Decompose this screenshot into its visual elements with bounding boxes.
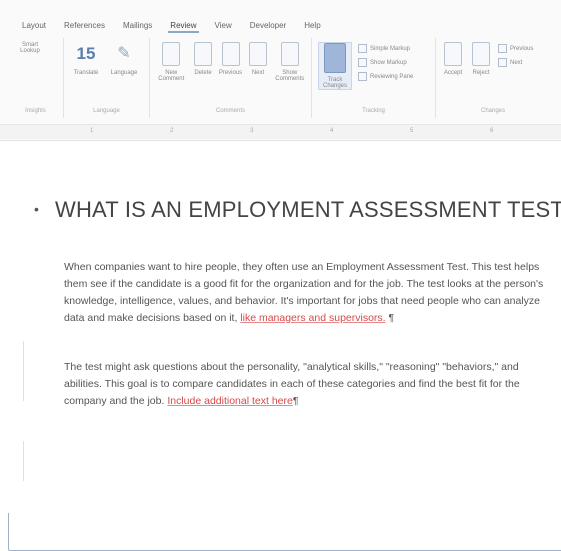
ruler-mark: 2 xyxy=(170,128,174,134)
language-icon: ✎ xyxy=(117,45,131,62)
ruler: 1 2 3 4 5 6 xyxy=(0,124,561,139)
tab-help[interactable]: Help xyxy=(302,20,322,33)
previous-comment-icon xyxy=(221,42,240,66)
group-insights-label: Insights xyxy=(25,108,46,114)
show-markup-label: Show Markup xyxy=(370,59,407,66)
smart-lookup-button[interactable]: Smart Lookup xyxy=(8,42,561,551)
show-comments-icon xyxy=(280,42,299,66)
translate-button[interactable]: 15 Translate xyxy=(70,42,102,76)
reject-label: Reject xyxy=(472,70,490,76)
accept-button[interactable]: Accept xyxy=(442,42,464,76)
group-comments-label: Comments xyxy=(215,108,245,114)
ribbon: Layout References Mailings Review View D… xyxy=(0,0,561,551)
ruler-mark: 1 xyxy=(90,128,94,134)
reviewing-pane-option[interactable]: Reviewing Pane xyxy=(358,72,413,81)
reject-icon xyxy=(472,42,490,66)
smart-lookup-label: Smart Lookup xyxy=(20,42,40,54)
tracked-insertion[interactable]: like managers and supervisors. xyxy=(240,312,385,324)
change-bar xyxy=(23,441,24,481)
ruler-mark: 4 xyxy=(330,128,334,134)
ribbon-groups: Smart Lookup Insights 15 Translate ✎ Lan… xyxy=(8,38,561,551)
new-comment-icon xyxy=(162,42,181,66)
tab-review[interactable]: Review xyxy=(168,20,199,33)
pilcrow-mark: ¶ xyxy=(292,395,299,407)
heading-text: WHAT IS AN EMPLOYMENT ASSESSMENT TEST? xyxy=(55,197,561,222)
group-insights: Smart Lookup Insights xyxy=(8,38,561,551)
track-changes-label: Track Changes xyxy=(322,77,348,89)
heading-bullet: • xyxy=(34,201,39,217)
ruler-mark: 5 xyxy=(410,128,414,134)
translate-icon: 15 xyxy=(76,44,96,63)
next-comment-button[interactable]: Next xyxy=(248,42,269,76)
group-changes: Accept Reject Previous Next Changes xyxy=(436,38,550,118)
next-label: Next xyxy=(251,70,265,76)
accept-icon xyxy=(444,42,462,66)
track-changes-icon xyxy=(324,43,346,73)
document-page[interactable]: • WHAT IS AN EMPLOYMENT ASSESSMENT TEST?… xyxy=(0,141,561,513)
group-changes-label: Changes xyxy=(480,108,506,114)
tab-mailings[interactable]: Mailings xyxy=(121,20,154,33)
ribbon-tabs: Layout References Mailings Review View D… xyxy=(20,20,323,33)
previous-comment-button[interactable]: Previous xyxy=(218,42,243,76)
group-tracking: Track Changes Simple Markup Show Markup … xyxy=(312,38,436,118)
reject-button[interactable]: Reject xyxy=(470,42,492,76)
translate-label: Translate xyxy=(73,70,99,76)
paragraph-1[interactable]: When companies want to hire people, they… xyxy=(64,259,544,327)
reviewing-pane-icon xyxy=(358,72,367,81)
tab-developer[interactable]: Developer xyxy=(248,20,288,33)
previous-change-label: Previous xyxy=(510,45,534,52)
group-language-label: Language xyxy=(93,108,120,114)
previous-change-icon xyxy=(498,44,507,53)
delete-comment-button[interactable]: Delete xyxy=(193,42,214,76)
next-change-option[interactable]: Next xyxy=(498,58,533,67)
tab-layout[interactable]: Layout xyxy=(20,20,48,33)
tab-references[interactable]: References xyxy=(62,20,107,33)
page-heading[interactable]: WHAT IS AN EMPLOYMENT ASSESSMENT TEST?¶ xyxy=(55,197,561,223)
new-comment-button[interactable]: New Comment xyxy=(156,42,187,82)
group-tracking-label: Tracking xyxy=(362,108,385,114)
track-changes-button[interactable]: Track Changes xyxy=(318,42,352,90)
simple-markup-label: Simple Markup xyxy=(370,45,411,52)
delete-comment-icon xyxy=(194,42,212,66)
previous-change-option[interactable]: Previous xyxy=(498,44,533,53)
simple-markup-option[interactable]: Simple Markup xyxy=(358,44,413,53)
show-markup-icon xyxy=(358,58,367,67)
reviewing-pane-label: Reviewing Pane xyxy=(370,73,414,80)
changes-nav: Previous Next xyxy=(498,42,533,67)
ruler-mark: 3 xyxy=(250,128,254,134)
show-comments-label: Show Comments xyxy=(275,70,305,82)
tracked-insertion[interactable]: Include additional text here xyxy=(167,395,293,407)
language-button[interactable]: ✎ Language xyxy=(108,42,140,76)
tracking-options: Simple Markup Show Markup Reviewing Pane xyxy=(358,42,413,81)
previous-label: Previous xyxy=(218,70,243,76)
delete-label: Delete xyxy=(194,70,212,76)
next-change-label: Next xyxy=(510,59,523,66)
show-markup-option[interactable]: Show Markup xyxy=(358,58,413,67)
markup-icon xyxy=(358,44,367,53)
language-btn-label: Language xyxy=(110,70,138,76)
tab-view[interactable]: View xyxy=(213,20,234,33)
next-change-icon xyxy=(498,58,507,67)
paragraph-2[interactable]: The test might ask questions about the p… xyxy=(64,359,544,410)
accept-label: Accept xyxy=(443,70,463,76)
show-comments-button[interactable]: Show Comments xyxy=(274,42,305,82)
group-comments: New Comment Delete Previous Next Show Co… xyxy=(150,38,312,118)
group-language: 15 Translate ✎ Language Language xyxy=(64,38,150,118)
next-comment-icon xyxy=(248,42,267,66)
pilcrow-mark: ¶ xyxy=(388,312,395,324)
new-comment-label: New Comment xyxy=(158,70,185,82)
change-bar xyxy=(23,341,24,401)
ruler-mark: 6 xyxy=(490,128,494,134)
